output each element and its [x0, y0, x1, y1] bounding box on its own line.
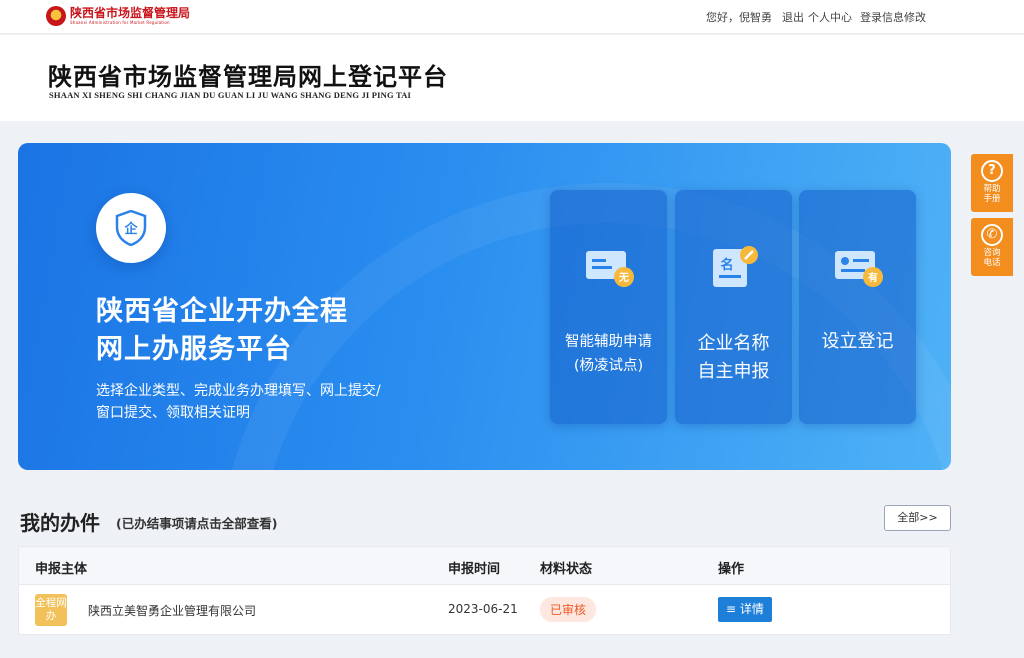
- company-name: 陕西立美智勇企业管理有限公司: [88, 604, 257, 618]
- establish-register-label: 设立登记: [821, 331, 894, 352]
- my-affairs-note: (已办结事项请点击全部查看): [116, 516, 278, 531]
- page-title: 陕西省市场监督管理局网上登记平台: [48, 62, 448, 91]
- establish-register-card[interactable]: 有 设立登记: [799, 190, 916, 424]
- hero-banner: 企 陕西省企业开办全程 网上办服务平台 选择企业类型、完成业务办理填写、网上提交…: [18, 143, 951, 470]
- logo-en-text: Shaanxi Administration for Market Regula…: [70, 20, 170, 25]
- smart-assist-card[interactable]: 无 智能辅助申请 (杨凌试点): [550, 190, 667, 424]
- list-icon: ≡: [726, 602, 740, 616]
- name-declare-label: 企业名称: [697, 333, 770, 354]
- banner-title: 陕西省企业开办全程 网上办服务平台: [96, 293, 348, 369]
- name-declare-sublabel: 自主申报: [697, 361, 770, 382]
- svg-text:名: 名: [720, 257, 733, 273]
- col-action: 操作: [718, 562, 745, 577]
- my-affairs-title: 我的办件: [20, 511, 100, 535]
- status-badge: 已审核: [540, 597, 597, 622]
- logo-cn-text: 陕西省市场监督管理局: [70, 6, 191, 20]
- detail-label: 详情: [739, 602, 764, 616]
- consult-phone-button[interactable]: ✆ 咨询电话: [971, 218, 1013, 276]
- user-links: 您好，倪智勇 退出 个人中心 登录信息修改: [706, 9, 926, 25]
- table-header: 申报主体 申报时间 材料状态 操作: [19, 547, 950, 585]
- banner-description: 选择企业类型、完成业务办理填写、网上提交/窗口提交、领取相关证明: [96, 383, 381, 421]
- col-subject: 申报主体: [35, 562, 88, 577]
- svg-text:无: 无: [618, 272, 629, 284]
- question-icon: ?: [981, 160, 1003, 182]
- help-manual-label: 帮助手册: [983, 184, 1001, 204]
- col-date: 申报时间: [448, 562, 501, 577]
- table-row: 全程网办 陕西立美智勇企业管理有限公司 2023-06-21 已审核 ≡ 详情: [19, 585, 950, 635]
- site-header: 陕西省市场监督管理局网上登记平台 SHAAN XI SHENG SHI CHAN…: [0, 35, 1024, 121]
- full-online-tag: 全程网办: [35, 594, 67, 626]
- page-subtitle: SHAAN XI SHENG SHI CHANG JIAN DU GUAN LI…: [49, 90, 412, 100]
- shield-icon: 企: [115, 209, 147, 247]
- detail-button[interactable]: ≡ 详情: [718, 597, 772, 622]
- banner-title-line1: 陕西省企业开办全程: [96, 296, 348, 327]
- name-card-icon: 名: [713, 246, 758, 287]
- consult-phone-label: 咨询电话: [983, 248, 1001, 268]
- name-declare-card[interactable]: 名 企业名称 自主申报: [675, 190, 792, 424]
- id-card-icon: 无: [586, 251, 634, 287]
- user-greeting: 您好，倪智勇: [706, 11, 772, 24]
- top-bar: 陕西省市场监督管理局 Shaanxi Administration for Ma…: [0, 0, 1024, 34]
- site-logo[interactable]: 陕西省市场监督管理局 Shaanxi Administration for Ma…: [46, 6, 190, 26]
- affairs-table: 申报主体 申报时间 材料状态 操作 全程网办 陕西立美智勇企业管理有限公司 20…: [18, 546, 951, 635]
- enterprise-badge: 企: [96, 193, 166, 263]
- svg-text:有: 有: [868, 271, 878, 284]
- smart-assist-sublabel: (杨凌试点): [573, 358, 644, 374]
- register-card-icon: 有: [835, 251, 883, 287]
- badge-char: 企: [123, 221, 138, 237]
- col-status: 材料状态: [540, 562, 593, 577]
- help-manual-button[interactable]: ? 帮助手册: [971, 154, 1013, 212]
- personal-center-link[interactable]: 个人中心: [808, 9, 852, 25]
- view-all-button[interactable]: 全部>>: [884, 505, 951, 531]
- emblem-icon: [46, 6, 66, 26]
- edit-login-info-link[interactable]: 登录信息修改: [860, 9, 926, 25]
- smart-assist-label: 智能辅助申请: [565, 334, 652, 350]
- banner-title-line2: 网上办服务平台: [96, 334, 292, 365]
- phone-icon: ✆: [981, 224, 1003, 246]
- declare-date: 2023-06-21: [448, 602, 518, 616]
- logout-link[interactable]: 退出: [782, 9, 804, 25]
